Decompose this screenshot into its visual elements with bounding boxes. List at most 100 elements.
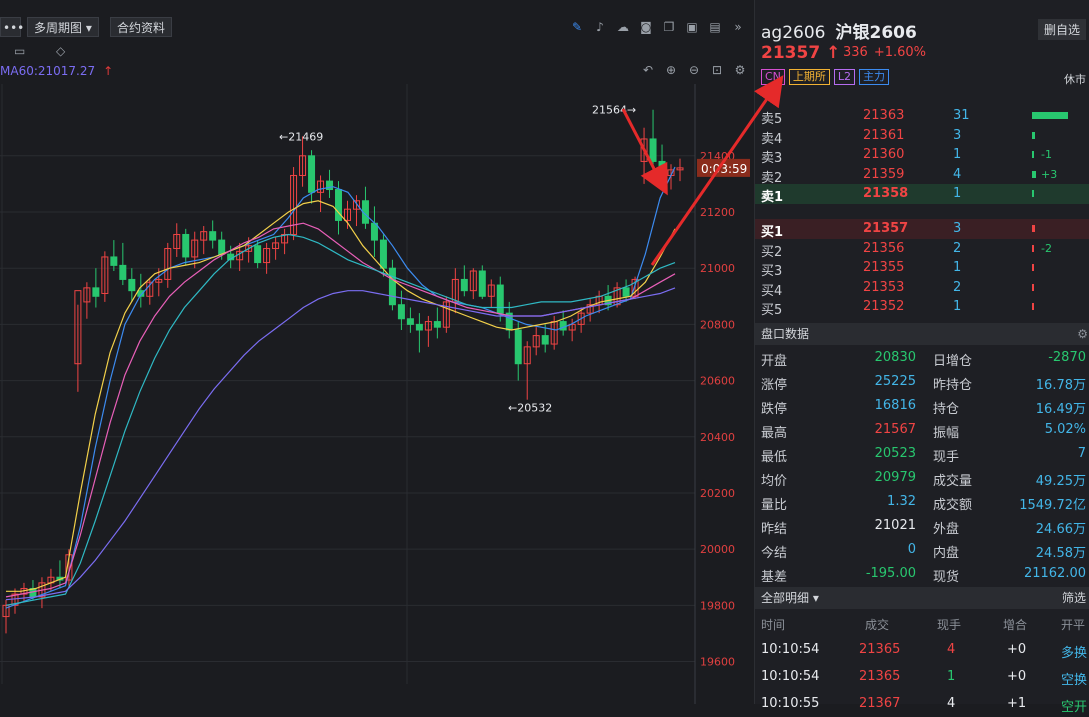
cloud-icon[interactable]: ☁ xyxy=(616,20,630,34)
trade-detail-header[interactable]: 全部明细 ▾ 筛选 xyxy=(755,587,1089,609)
orderbook-row[interactable]: 买1 21357 3 xyxy=(755,219,1089,240)
market-data-row: 涨停 25225 昨持仓 16.78万 xyxy=(755,370,1089,394)
market-data-row: 今结 0 内盘 24.58万 xyxy=(755,538,1089,562)
level-label: 买5 xyxy=(761,303,783,318)
candle-body xyxy=(119,264,127,280)
orderbook-row[interactable]: 卖4 21361 3 xyxy=(755,126,1089,147)
level-price: 21360 xyxy=(863,147,905,162)
orderbook-row[interactable]: 卖2 21359 4 +3 xyxy=(755,165,1089,186)
comment-icon[interactable]: ▭ xyxy=(14,44,25,58)
settings-icon[interactable]: ⚙ xyxy=(1077,323,1088,345)
candle-body xyxy=(541,335,549,345)
trade-delta: +0 xyxy=(1007,669,1027,684)
y-tick-label: 19600 xyxy=(700,656,735,669)
level-price: 21352 xyxy=(863,299,905,314)
moving-average-line xyxy=(5,233,676,606)
candle-body xyxy=(388,267,396,306)
orderbook-row[interactable]: 买2 21356 2 -2 xyxy=(755,239,1089,260)
remove-favorite-button[interactable]: 删自选 xyxy=(1037,19,1086,40)
market-tag: CN xyxy=(761,69,785,85)
expand-icon[interactable]: » xyxy=(731,20,745,34)
market-tag: 主力 xyxy=(859,69,890,85)
trade-type: 多换 xyxy=(1061,646,1088,661)
stat-value: 25225 xyxy=(874,374,916,389)
y-tick-label: 19800 xyxy=(700,599,735,612)
filter-button[interactable]: 筛选 xyxy=(1062,587,1086,609)
zoom-in-icon[interactable]: ⊕ xyxy=(664,63,678,77)
window-icon[interactable]: ▣ xyxy=(685,20,699,34)
camera-icon[interactable]: ◙ xyxy=(639,20,653,34)
level-volume: 3 xyxy=(953,221,962,236)
column-header: 增合 xyxy=(1003,618,1028,632)
settings-icon[interactable]: ⚙ xyxy=(733,63,747,77)
copy-icon[interactable]: ❐ xyxy=(662,20,676,34)
stat-value: 20523 xyxy=(874,446,916,461)
stat-value: -195.00 xyxy=(865,566,916,581)
stat-label: 开盘 xyxy=(761,354,788,369)
orderbook-row[interactable]: 买5 21352 1 xyxy=(755,297,1089,318)
candle-body xyxy=(496,284,504,314)
market-data-row: 基差 -195.00 现货 21162.00 xyxy=(755,562,1089,586)
candle-body xyxy=(128,278,136,292)
stat-label: 最低 xyxy=(761,450,788,465)
orderbook-row[interactable]: 卖1 21358 1 xyxy=(755,184,1089,205)
market-data-list: 开盘 20830 日增仓 -2870 涨停 25225 昨持仓 16.78万 跌停 16816 持仓… xyxy=(755,346,1089,586)
stat-value: 16.49万 xyxy=(1035,402,1086,417)
market-data-row: 量比 1.32 成交额 1549.72亿 xyxy=(755,490,1089,514)
y-tick-label: 20200 xyxy=(700,487,735,500)
contract-info-button[interactable]: 合约资料 xyxy=(110,17,173,37)
trade-time: 10:10:54 xyxy=(761,669,820,684)
stat-value: 21162.00 xyxy=(1023,566,1086,581)
level-label: 买4 xyxy=(761,283,783,299)
bid-book: 买1 21357 3 买2 21356 2 -2 买3 21355 1 买4 21353 2 买5 2135… xyxy=(755,219,1089,318)
level-label: 卖1 xyxy=(761,190,784,205)
bell-icon[interactable]: ♪ xyxy=(593,20,607,34)
level-label: 卖3 xyxy=(761,151,783,166)
orderbook-row[interactable]: 卖5 21363 31 xyxy=(755,106,1089,127)
stat-label: 涨停 xyxy=(761,378,788,393)
chart-toolbar: ••• 多周期图 ▾ 合约资料 ✎ ♪ ☁ ◙ ❐ ▣ ▤ » xyxy=(0,14,753,42)
y-tick-label: 20000 xyxy=(700,543,735,556)
volume-delta: -1 xyxy=(1041,148,1052,161)
level-volume: 4 xyxy=(953,166,962,182)
trade-table-header: 时间 成交 现手 增合 开平 xyxy=(755,613,1089,635)
up-arrow-icon: ↑ xyxy=(103,64,114,78)
volume-bar xyxy=(1032,170,1036,178)
level-volume: 1 xyxy=(953,186,962,201)
volume-bar xyxy=(1032,225,1035,232)
undo-icon[interactable]: ↶ xyxy=(641,63,655,77)
fit-icon[interactable]: ⊡ xyxy=(710,63,724,77)
symbol-title: ag2606 沪银2606 xyxy=(761,18,917,43)
candle-body xyxy=(649,138,657,162)
moving-average-line xyxy=(5,287,676,601)
candle-body xyxy=(182,233,190,258)
stat-label: 持仓 xyxy=(933,402,960,417)
trade-qty: 1 xyxy=(947,669,956,684)
stat-label: 现货 xyxy=(933,570,960,585)
level-price: 21361 xyxy=(863,127,905,143)
stat-value: 21021 xyxy=(874,518,916,533)
stat-value: 20830 xyxy=(874,350,916,365)
draw-pen-icon[interactable]: ✎ xyxy=(570,20,584,34)
orderbook-row[interactable]: 卖3 21360 1 -1 xyxy=(755,145,1089,166)
more-button[interactable]: ••• xyxy=(0,17,24,37)
period-selector[interactable]: 多周期图 ▾ xyxy=(27,17,99,37)
trade-price: 21365 xyxy=(859,642,901,657)
candlestick-chart[interactable]: 19600 19800 20000 20200 20400 20600 20800 21000… xyxy=(0,84,753,704)
level-label: 买1 xyxy=(761,225,784,240)
price-change: 336 +1.60% xyxy=(843,45,927,60)
volume-bar xyxy=(1032,244,1034,252)
price-up-icon: ↑ xyxy=(826,43,841,63)
eraser-icon[interactable]: ◇ xyxy=(56,44,65,58)
zoom-out-icon[interactable]: ⊖ xyxy=(687,63,701,77)
stat-label: 外盘 xyxy=(933,522,960,537)
stat-label: 成交额 xyxy=(933,498,973,513)
layout-icon[interactable]: ▤ xyxy=(708,20,722,34)
candle-body xyxy=(254,245,262,264)
stat-label: 基差 xyxy=(761,570,788,585)
orderbook-row[interactable]: 买4 21353 2 xyxy=(755,278,1089,299)
orderbook-row[interactable]: 买3 21355 1 xyxy=(755,258,1089,279)
level-label: 卖4 xyxy=(761,131,783,147)
stat-value: 16.78万 xyxy=(1035,378,1086,393)
high-annotation: ←21469 xyxy=(279,130,323,143)
